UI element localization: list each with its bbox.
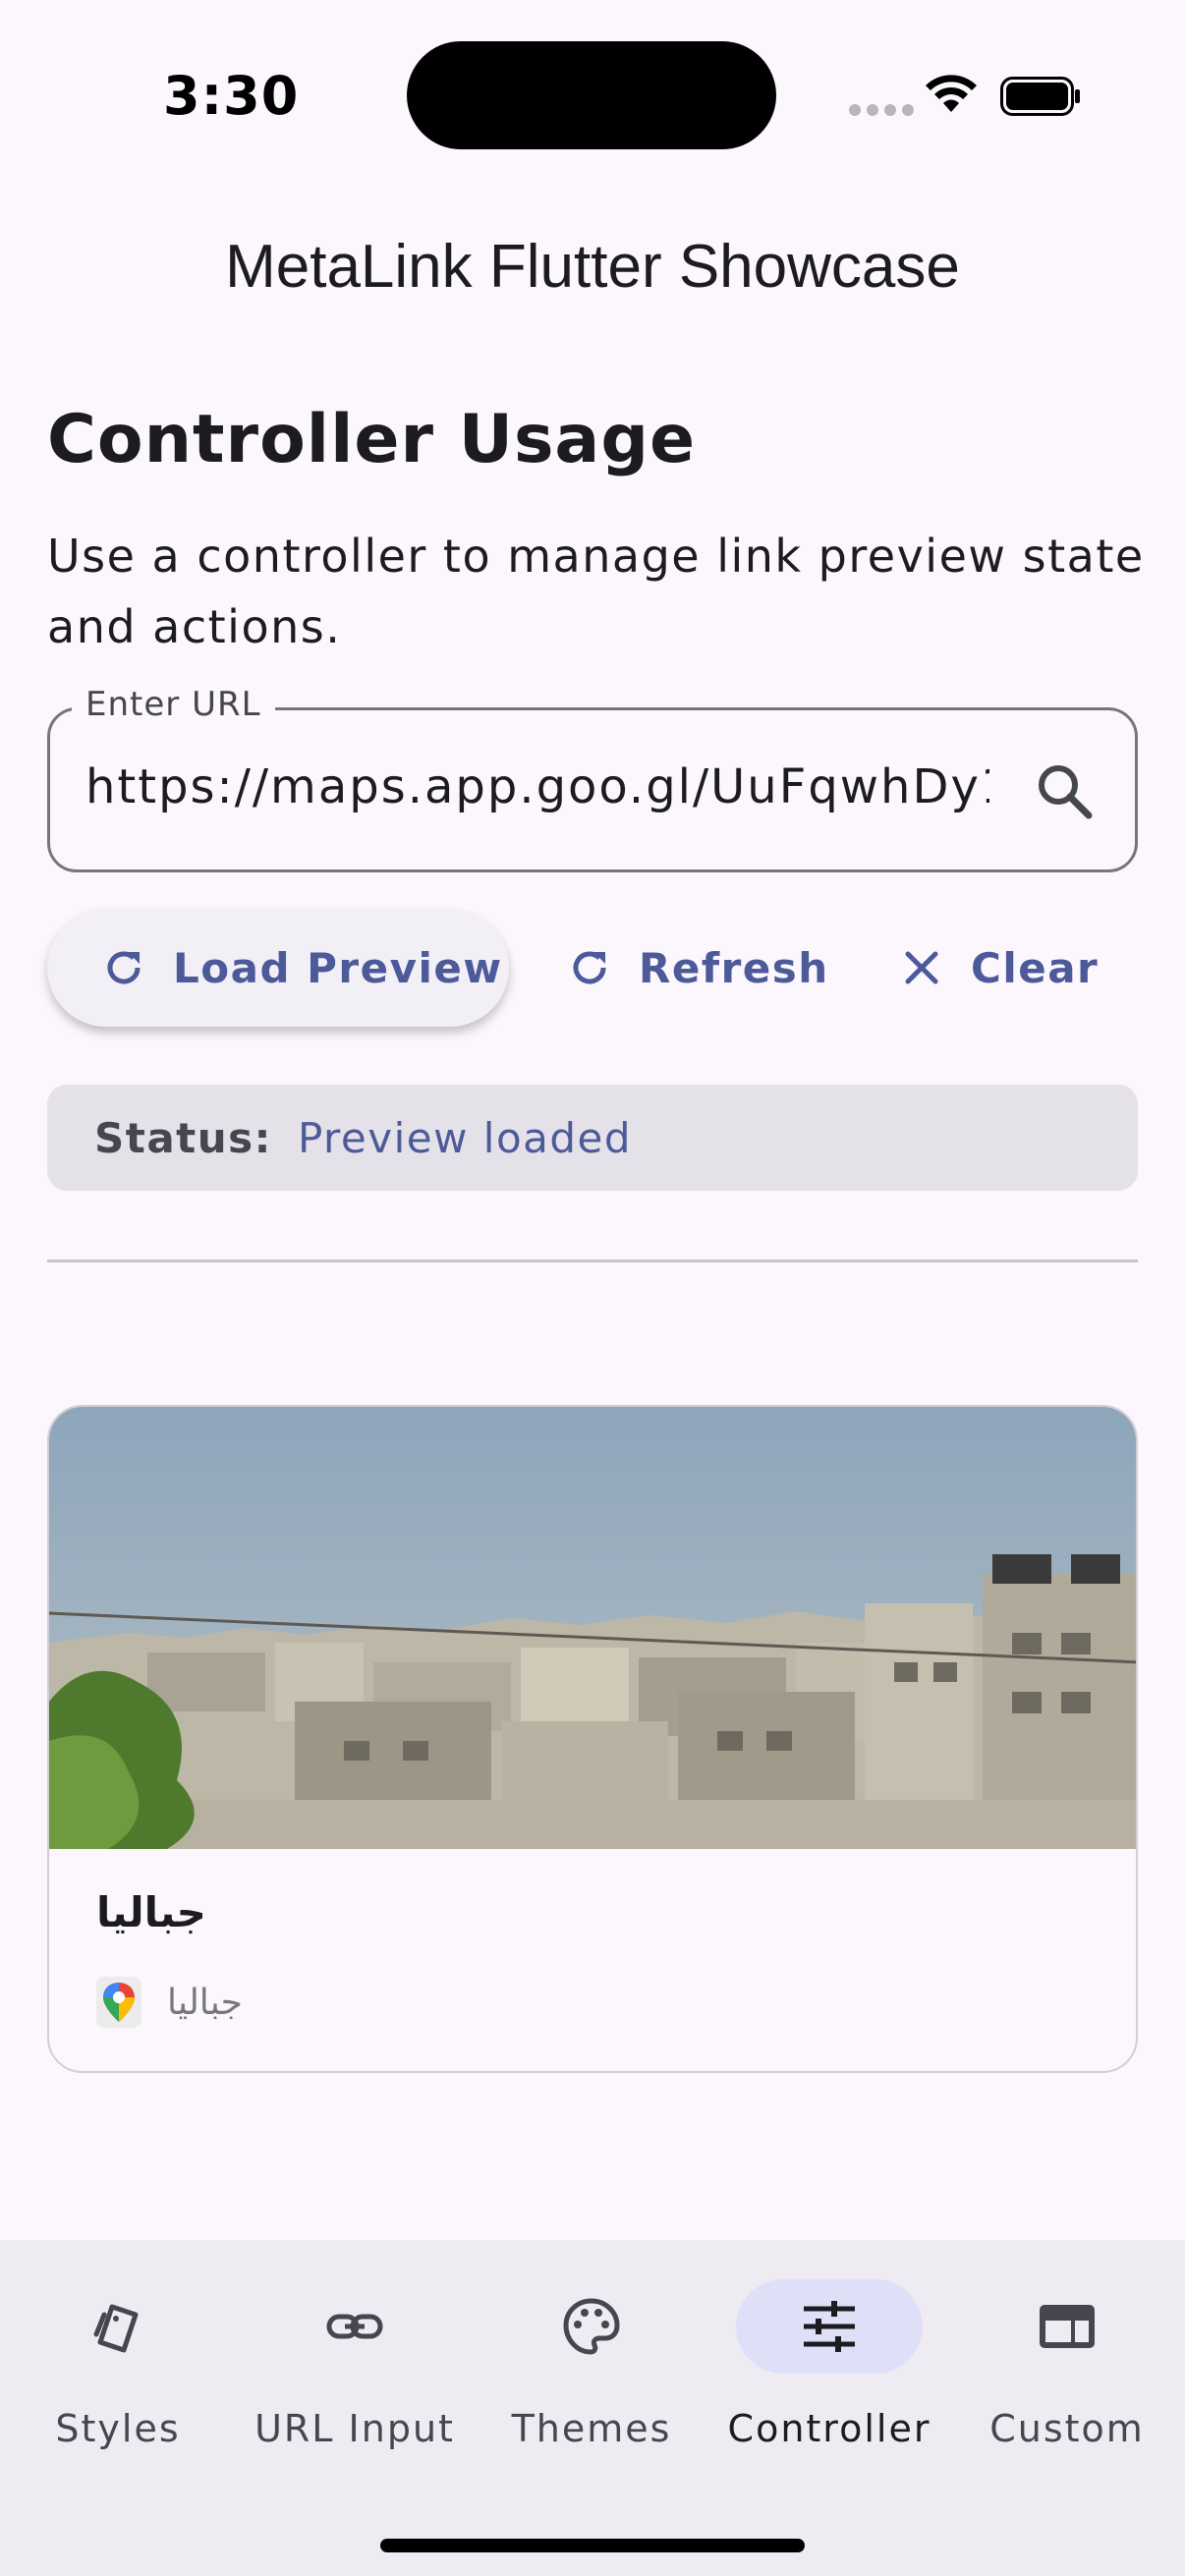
bottom-navigation: Styles URL Input Themes Controller Custo… — [0, 2240, 1185, 2576]
refresh-label: Refresh — [639, 943, 829, 992]
close-icon — [905, 951, 938, 984]
nav-label: Custom — [989, 2407, 1145, 2450]
preview-title: جباليا — [96, 1888, 206, 1936]
clear-button[interactable]: Clear — [898, 909, 1099, 1027]
nav-item-styles[interactable]: Styles — [0, 2279, 236, 2476]
status-box: Status: Preview loaded — [47, 1085, 1138, 1191]
status-bar: 3:30 — [0, 0, 1185, 187]
status-value: Preview loaded — [297, 1113, 633, 1162]
home-indicator[interactable] — [380, 2539, 805, 2552]
tune-icon — [804, 2301, 855, 2352]
clear-label: Clear — [971, 943, 1100, 992]
nav-item-url-input[interactable]: URL Input — [237, 2279, 473, 2476]
search-icon[interactable] — [1033, 759, 1096, 822]
styles-icon — [93, 2304, 139, 2353]
status-key: Status: — [94, 1113, 272, 1162]
load-preview-button[interactable]: Load Preview — [47, 909, 509, 1027]
url-input[interactable]: https://maps.app.goo.gl/UuFqwhDy1wt — [85, 759, 989, 822]
nav-item-controller[interactable]: Controller — [711, 2279, 947, 2476]
page-description: Use a controller to manage link preview … — [47, 530, 1145, 653]
screen: 3:30 MetaLink Flutter Showcase Controlle… — [0, 0, 1185, 2576]
page-heading: Controller Usage — [47, 401, 697, 478]
nav-label: Themes — [511, 2407, 672, 2450]
app-bar-title: MetaLink Flutter Showcase — [225, 233, 960, 301]
preview-image — [49, 1407, 1136, 1849]
nav-label: Styles — [55, 2407, 181, 2450]
nav-icon-container — [25, 2279, 211, 2374]
load-preview-label: Load Preview — [173, 943, 503, 992]
link-icon — [326, 2314, 383, 2339]
nav-icon-container — [974, 2279, 1160, 2374]
refresh-icon — [107, 951, 141, 984]
status-time: 3:30 — [163, 65, 300, 127]
action-buttons: Load Preview Refresh Clear — [47, 909, 1138, 1027]
nav-icon-container — [261, 2279, 448, 2374]
nav-active-indicator — [736, 2279, 923, 2374]
battery-icon — [1000, 77, 1080, 116]
google-maps-pin-icon — [96, 1977, 141, 2028]
cellular-signal-icon — [849, 104, 914, 116]
preview-domain: جباليا — [167, 1983, 243, 2023]
refresh-icon — [573, 951, 606, 984]
nav-label: Controller — [727, 2407, 931, 2450]
url-input-label: Enter URL — [72, 685, 275, 724]
palette-icon — [563, 2298, 620, 2355]
dynamic-island — [407, 41, 776, 149]
link-preview-card[interactable]: جباليا جباليا — [47, 1405, 1138, 2073]
web-icon — [1040, 2305, 1095, 2348]
nav-item-themes[interactable]: Themes — [474, 2279, 709, 2476]
nav-icon-container — [498, 2279, 685, 2374]
url-input-field[interactable]: Enter URL https://maps.app.goo.gl/UuFqwh… — [47, 685, 1138, 872]
nav-item-custom[interactable]: Custom — [949, 2279, 1185, 2476]
wifi-icon — [926, 75, 977, 112]
refresh-button[interactable]: Refresh — [566, 909, 829, 1027]
divider — [47, 1260, 1138, 1262]
nav-label: URL Input — [254, 2407, 455, 2450]
